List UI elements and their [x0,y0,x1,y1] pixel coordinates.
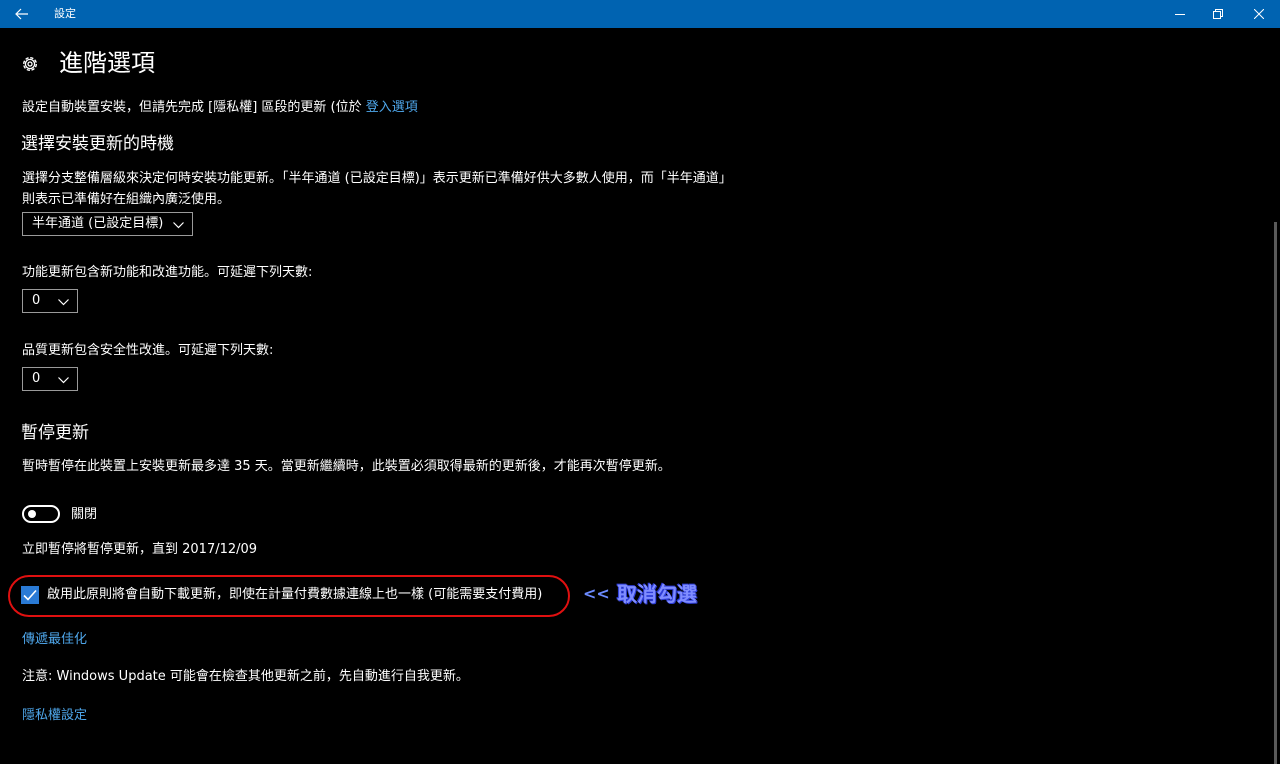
feature-defer-dropdown[interactable]: 0 [22,289,78,313]
feature-defer-value: 0 [32,293,41,308]
sign-in-options-link[interactable]: 登入選項 [366,100,418,115]
privacy-settings-link[interactable]: 隱私權設定 [22,706,87,726]
chevron-down-icon [58,377,69,384]
branch-selected-value: 半年通道 (已設定目標) [32,216,164,231]
toggle-knob [28,510,36,518]
annotation-text: 取消勾選 [617,582,697,606]
minimize-icon [1175,14,1185,15]
branch-heading: 選擇安裝更新的時機 [21,134,174,154]
pause-heading: 暫停更新 [21,423,89,443]
note-text: 注意: Windows Update 可能會在檢查其他更新之前，先自動進行自我更… [22,669,469,684]
app-title: 設定 [54,7,76,20]
scrollbar[interactable] [1274,222,1277,764]
metered-download-checkbox[interactable] [21,586,39,604]
pause-toggle[interactable] [22,505,60,523]
annotation-arrow: << [583,584,610,603]
pause-toggle-label: 關閉 [71,507,98,522]
pause-description: 暫時暫停在此裝置上安裝更新最多達 35 天。當更新繼續時，此裝置必須取得最新的更… [22,459,671,474]
feature-defer-label: 功能更新包含新功能和改進功能。可延遲下列天數: [22,265,313,280]
close-icon [1254,9,1264,19]
pause-until-text: 立即暫停將暫停更新，直到 2017/12/09 [22,542,258,557]
intro-line: 設定自動裝置安裝，但請先完成 [隱私權] 區段的更新 (位於 登入選項 [22,98,418,118]
checkmark-icon [23,589,37,601]
back-button[interactable] [0,0,44,28]
gear-icon [22,56,38,72]
chevron-down-icon [173,222,184,229]
branch-readiness-dropdown[interactable]: 半年通道 (已設定目標) [22,212,193,236]
branch-description: 選擇分支整備層級來決定何時安裝功能更新。「半年通道 (已設定目標)」表示更新已準… [22,171,732,207]
page-title: 進階選項 [59,49,155,77]
maximize-icon [1213,9,1223,19]
intro-text: 設定自動裝置安裝，但請先完成 [隱私權] 區段的更新 (位於 [22,100,362,115]
quality-defer-label: 品質更新包含安全性改進。可延遲下列天數: [22,343,274,358]
quality-defer-dropdown[interactable]: 0 [22,367,78,391]
chevron-down-icon [58,299,69,306]
title-bar: 設定 [0,0,1280,28]
quality-defer-value: 0 [32,371,41,386]
back-arrow-icon [15,8,28,20]
delivery-optimization-link[interactable]: 傳遞最佳化 [22,630,87,650]
maximize-button[interactable] [1195,0,1241,28]
metered-download-label: 啟用此原則將會自動下載更新，即使在計量付費數據連線上也一樣 (可能需要支付費用) [47,587,543,602]
close-button[interactable] [1236,0,1280,28]
